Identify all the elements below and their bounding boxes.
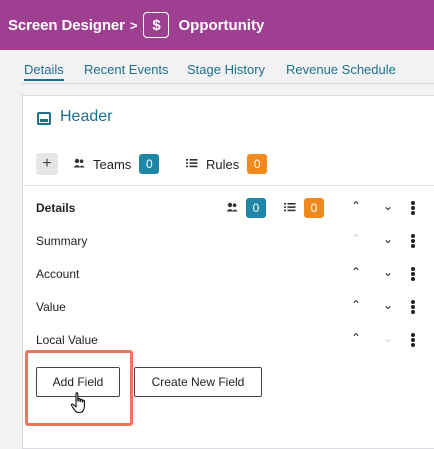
- list-icon: [284, 199, 296, 217]
- chevron-up-icon[interactable]: ⌃: [349, 298, 363, 312]
- tab-revenue-schedule[interactable]: Revenue Schedule: [286, 62, 396, 77]
- chevron-down-icon[interactable]: ⌄: [381, 232, 395, 246]
- field-row-summary[interactable]: Summary ⌃ ⌄: [23, 230, 434, 254]
- create-new-field-button[interactable]: Create New Field: [134, 367, 262, 397]
- object-title: Opportunity: [178, 16, 265, 34]
- chevron-up-icon[interactable]: ⌃: [349, 199, 363, 213]
- tab-recent-events[interactable]: Recent Events: [84, 62, 169, 77]
- more-vertical-icon[interactable]: [408, 329, 418, 351]
- section-title: Header: [60, 108, 113, 125]
- field-label: Local Value: [36, 333, 98, 347]
- more-vertical-icon[interactable]: [408, 197, 418, 219]
- list-icon: [186, 157, 198, 171]
- layout-icon: [37, 112, 51, 125]
- field-label: Details: [36, 201, 76, 215]
- chevron-down-icon[interactable]: ⌄: [381, 199, 395, 213]
- teams-count-badge: 0: [139, 154, 160, 174]
- chevron-up-icon[interactable]: ⌃: [349, 265, 363, 279]
- hand-pointer-icon: [70, 392, 90, 414]
- tab-details[interactable]: Details: [24, 62, 64, 81]
- teams-label: Teams: [93, 156, 132, 172]
- breadcrumb-separator: >: [129, 17, 138, 33]
- people-icon: [73, 157, 85, 171]
- chevron-down-icon[interactable]: ⌄: [381, 298, 395, 312]
- chevron-down-icon: ⌄: [382, 331, 394, 345]
- tab-bar: Details Recent Events Stage History Reve…: [0, 50, 434, 90]
- field-rules-indicator[interactable]: 0: [284, 198, 324, 218]
- highlight-box: [25, 350, 133, 426]
- tab-stage-history[interactable]: Stage History: [187, 62, 265, 77]
- more-vertical-icon[interactable]: [408, 296, 418, 318]
- field-row-details[interactable]: Details 0 0 ⌃ ⌄: [23, 197, 434, 221]
- field-teams-count-badge: 0: [246, 198, 266, 218]
- rules-count-badge: 0: [247, 154, 268, 174]
- app-header: Screen Designer > $ Opportunity: [0, 0, 434, 50]
- rules-indicator[interactable]: Rules 0: [186, 154, 268, 174]
- breadcrumb-screen-designer[interactable]: Screen Designer: [8, 17, 125, 34]
- field-row-account[interactable]: Account ⌃ ⌄: [23, 263, 434, 287]
- field-label: Summary: [36, 234, 88, 248]
- dollar-icon: $: [143, 12, 170, 38]
- chevron-down-icon[interactable]: ⌄: [381, 265, 395, 279]
- teams-indicator[interactable]: Teams 0: [73, 154, 160, 174]
- more-vertical-icon[interactable]: [408, 230, 418, 252]
- rules-label: Rules: [206, 156, 240, 172]
- chevron-up-icon: ⌃: [350, 232, 362, 246]
- field-label: Account: [36, 267, 80, 281]
- field-row-value[interactable]: Value ⌃ ⌄: [23, 296, 434, 320]
- tabs-divider: [22, 83, 434, 84]
- field-label: Value: [36, 300, 66, 314]
- section-divider: [23, 185, 434, 186]
- more-vertical-icon[interactable]: [408, 263, 418, 285]
- add-button[interactable]: +: [36, 153, 58, 175]
- field-teams-indicator[interactable]: 0: [226, 198, 266, 218]
- chevron-up-icon[interactable]: ⌃: [349, 331, 363, 345]
- people-icon: [226, 199, 238, 217]
- field-rules-count-badge: 0: [304, 198, 324, 218]
- section-panel: Header + Teams 0 Rules 0 Details 0 0 ⌃ ⌄…: [22, 95, 434, 449]
